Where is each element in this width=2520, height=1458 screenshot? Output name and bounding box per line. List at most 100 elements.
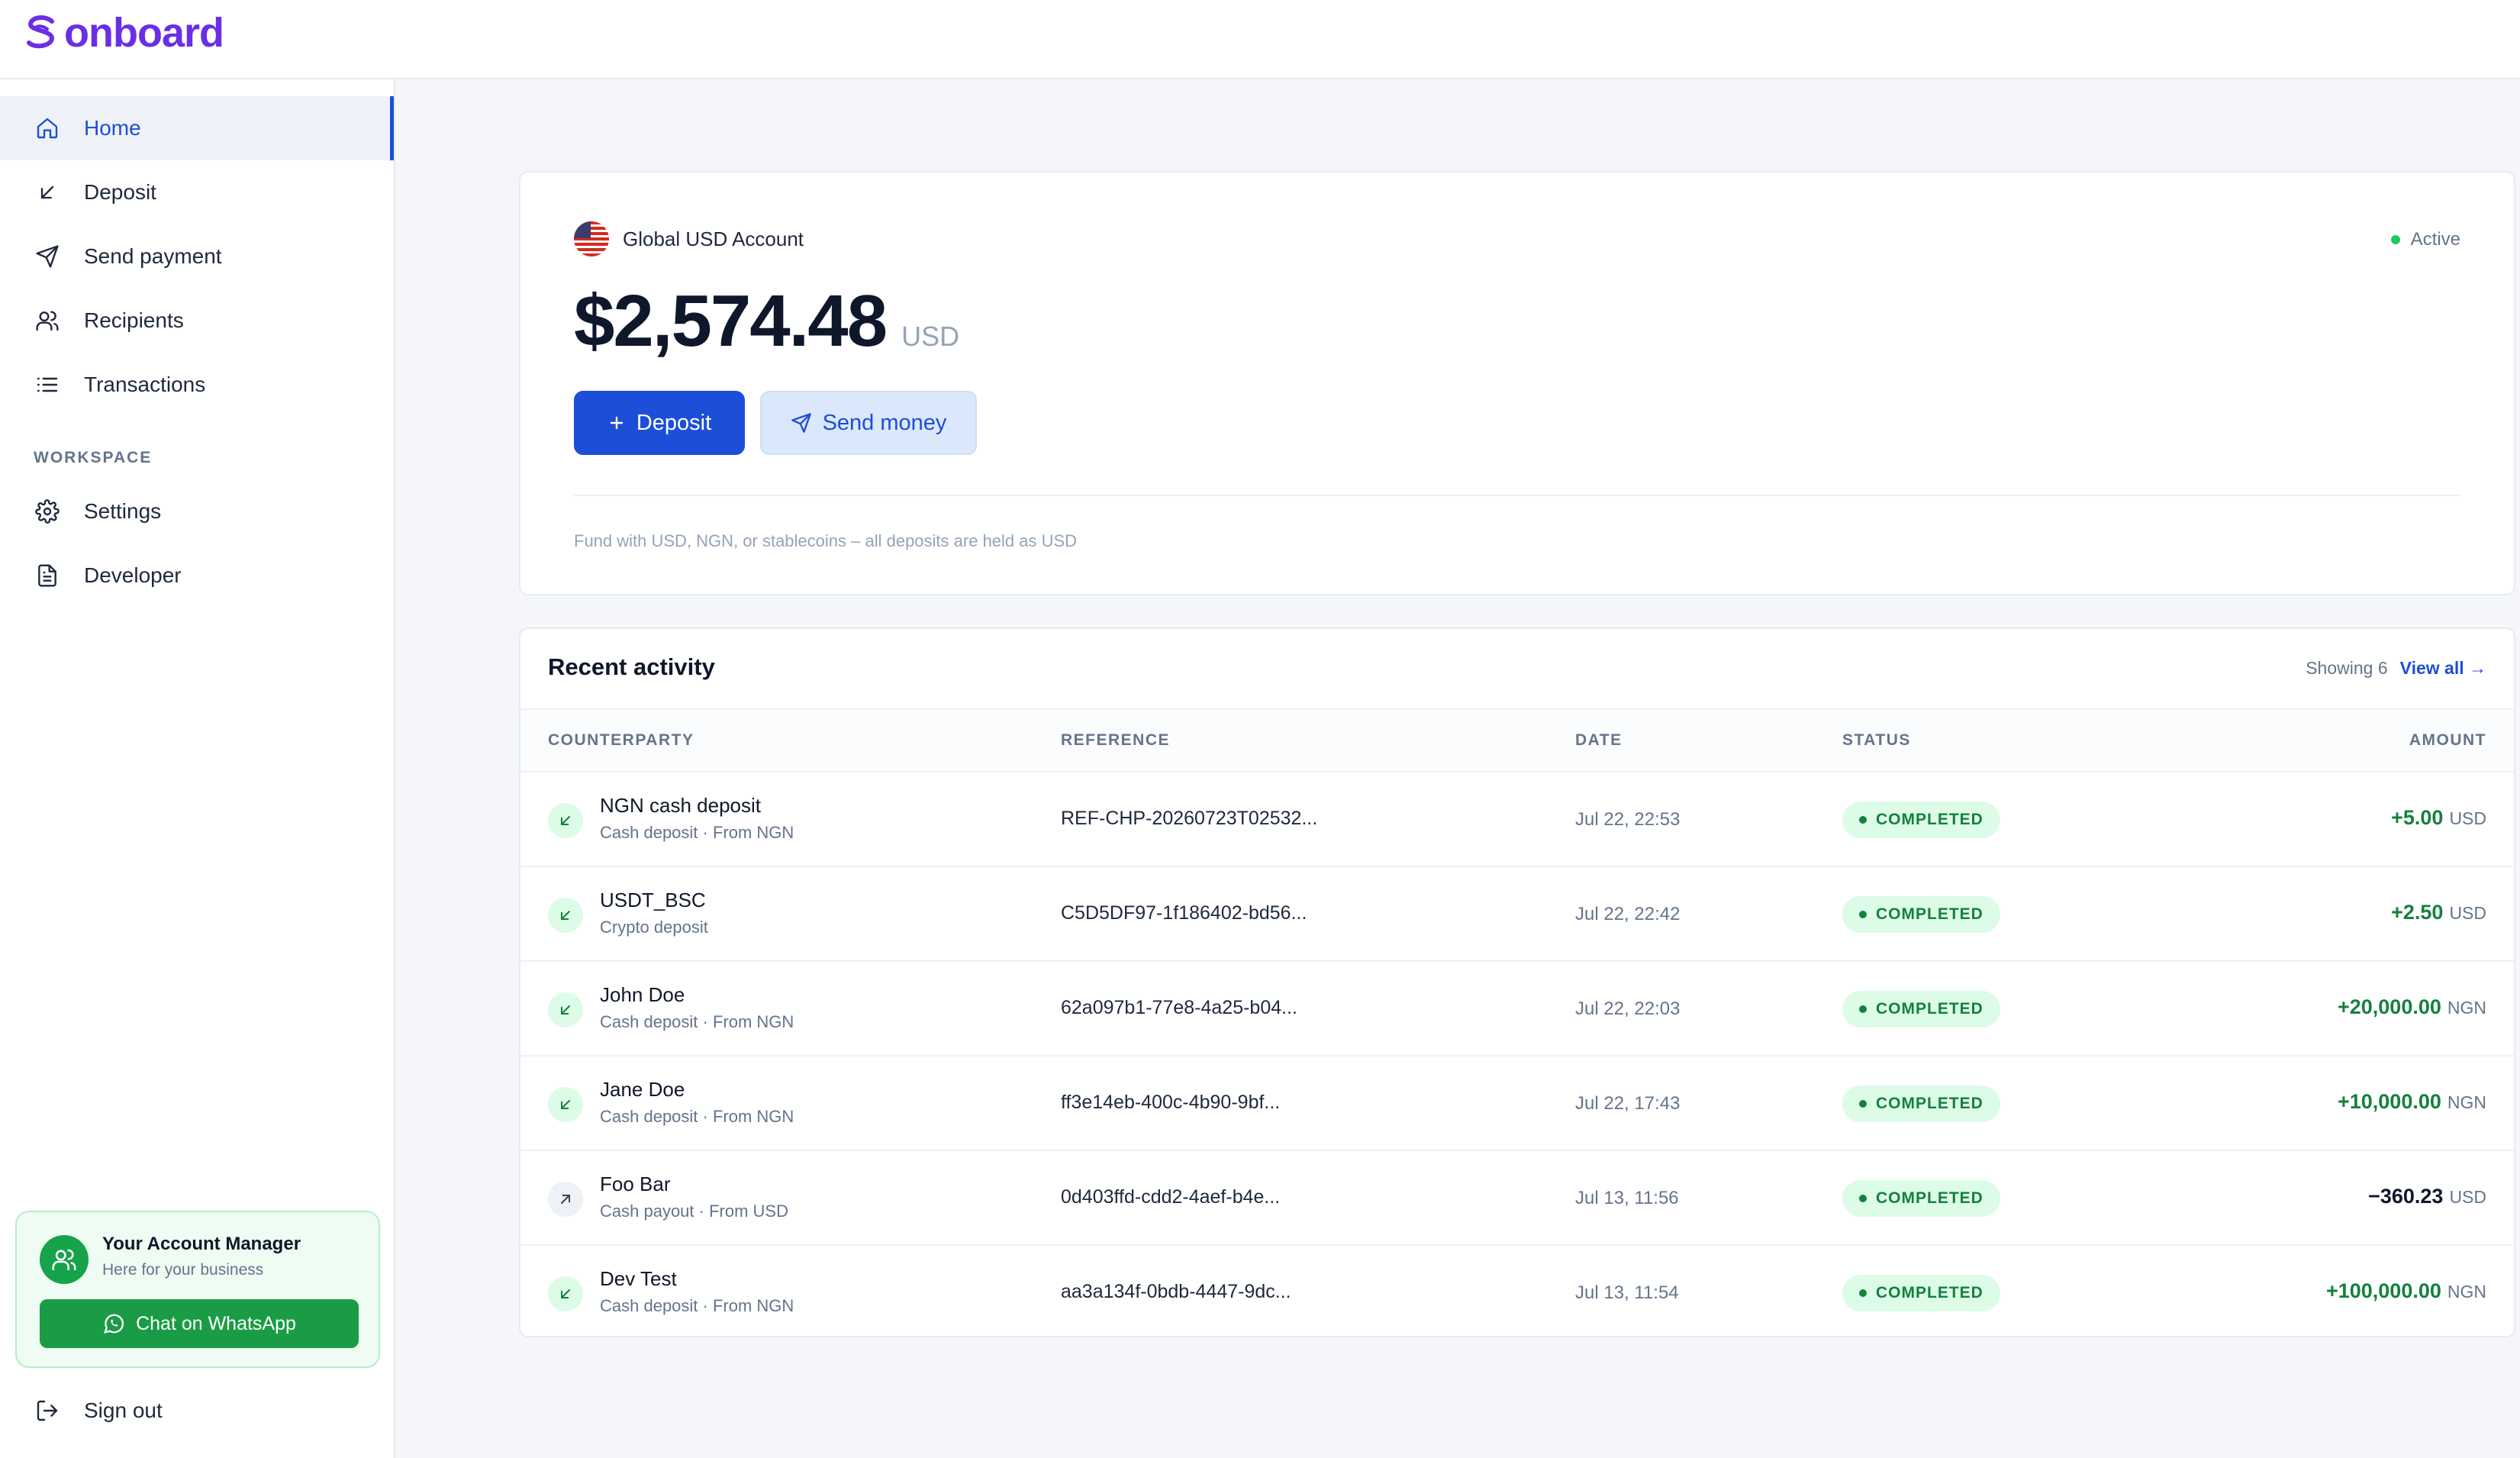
chat-whatsapp-button[interactable]: Chat on WhatsApp	[40, 1299, 359, 1348]
status-dot-icon	[1859, 1100, 1867, 1108]
reference: aa3a134f-0bdb-4447-9dc...	[1061, 1281, 1291, 1302]
deposit-button[interactable]: Deposit	[574, 391, 745, 455]
arrow-down-left-icon	[548, 803, 583, 838]
status-dot-icon	[1859, 911, 1867, 918]
amount-value: +5.00	[2391, 806, 2444, 829]
plus-icon	[607, 414, 626, 432]
date: Jul 22, 22:53	[1575, 809, 1681, 830]
account-status: Active	[2390, 229, 2460, 250]
deposit-button-label: Deposit	[636, 410, 712, 435]
status-label: COMPLETED	[1876, 905, 1983, 923]
status-badge: COMPLETED	[1842, 802, 2000, 838]
date: Jul 22, 17:43	[1575, 1093, 1681, 1114]
date: Jul 13, 11:56	[1575, 1188, 1679, 1208]
amount: +100,000.00 NGN	[2326, 1279, 2486, 1303]
counterparty-subtitle: Cash deposit · From NGN	[600, 1107, 794, 1126]
sidebar-item-transactions[interactable]: Transactions	[0, 353, 394, 417]
document-icon	[34, 562, 61, 589]
status-label: COMPLETED	[1876, 1095, 1983, 1112]
sign-out-button[interactable]: Sign out	[0, 1379, 394, 1443]
status-badge: COMPLETED	[1842, 896, 2000, 933]
amount: −360.23 USD	[2368, 1185, 2486, 1208]
amount-currency: NGN	[2447, 1282, 2486, 1302]
amount: +2.50 USD	[2391, 901, 2486, 924]
table-row[interactable]: Jane Doe Cash deposit · From NGN ff3e14e…	[520, 1056, 2514, 1151]
counterparty-name: Foo Bar	[600, 1173, 671, 1195]
list-icon	[34, 371, 61, 398]
arrow-up-right-icon	[548, 1182, 583, 1217]
sidebar: Home Deposit Send payment Recipients Tra…	[0, 79, 395, 1458]
counterparty-name: NGN cash deposit	[600, 794, 761, 817]
date: Jul 13, 11:54	[1575, 1282, 1679, 1303]
amount: +20,000.00 NGN	[2338, 995, 2486, 1019]
table-row[interactable]: John Doe Cash deposit · From NGN 62a097b…	[520, 962, 2514, 1056]
table-row[interactable]: USDT_BSC Crypto deposit C5D5DF97-1f18640…	[520, 867, 2514, 962]
table-row[interactable]: Dev Test Cash deposit · From NGN aa3a134…	[520, 1246, 2514, 1336]
table-header: COUNTERPARTY REFERENCE DATE STATUS AMOUN…	[520, 708, 2514, 773]
status-dot-icon	[1859, 1289, 1867, 1297]
counterparty-subtitle: Cash payout · From USD	[600, 1202, 788, 1221]
sidebar-item-recipients[interactable]: Recipients	[0, 289, 394, 353]
sidebar-item-label: Send payment	[84, 244, 222, 268]
chat-whatsapp-label: Chat on WhatsApp	[136, 1312, 296, 1334]
counterparty-name: Jane Doe	[600, 1078, 685, 1101]
balance: $2,574.48 USD	[574, 279, 959, 363]
reference: 62a097b1-77e8-4a25-b04...	[1061, 997, 1297, 1018]
top-header: onboard	[0, 0, 2520, 79]
sidebar-item-home[interactable]: Home	[0, 96, 394, 160]
sidebar-item-developer[interactable]: Developer	[0, 544, 394, 608]
sidebar-item-send-payment[interactable]: Send payment	[0, 224, 394, 289]
users-icon	[34, 307, 61, 334]
column-header-amount: AMOUNT	[2409, 731, 2486, 749]
sign-out-icon	[34, 1397, 61, 1424]
arrow-down-left-icon	[548, 1276, 583, 1311]
sidebar-item-label: Deposit	[84, 180, 156, 204]
column-header-status: STATUS	[1842, 731, 1911, 749]
logo-icon	[24, 14, 58, 52]
table-row[interactable]: NGN cash deposit Cash deposit · From NGN…	[520, 773, 2514, 867]
sidebar-item-deposit[interactable]: Deposit	[0, 160, 394, 224]
status-badge: COMPLETED	[1842, 1180, 2000, 1217]
gear-icon	[34, 498, 61, 525]
amount-currency: USD	[2449, 808, 2486, 828]
manager-subtitle: Here for your business	[102, 1261, 264, 1279]
sidebar-item-label: Recipients	[84, 308, 184, 332]
status-dot-icon	[1859, 816, 1867, 824]
manager-title: Your Account Manager	[102, 1234, 301, 1254]
counterparty-name: John Doe	[600, 983, 685, 1006]
status-badge: COMPLETED	[1842, 1085, 2000, 1122]
status-badge: COMPLETED	[1842, 1275, 2000, 1311]
recent-activity-title: Recent activity	[548, 653, 715, 680]
amount-value: +20,000.00	[2337, 995, 2441, 1018]
sidebar-item-label: Home	[84, 116, 141, 140]
counterparty-name: USDT_BSC	[600, 889, 706, 911]
status-label: COMPLETED	[1876, 811, 1983, 828]
status-badge: COMPLETED	[1842, 991, 2000, 1027]
amount-currency: NGN	[2447, 1092, 2486, 1112]
amount-value: −360.23	[2368, 1185, 2444, 1208]
reference: ff3e14eb-400c-4b90-9bf...	[1061, 1092, 1281, 1113]
column-header-date: DATE	[1575, 731, 1623, 749]
amount-value: +10,000.00	[2337, 1090, 2441, 1113]
arrow-down-left-icon	[548, 1087, 583, 1122]
account-name: Global USD Account	[623, 227, 804, 250]
table-row[interactable]: Foo Bar Cash payout · From USD 0d403ffd-…	[520, 1151, 2514, 1246]
divider	[574, 495, 2460, 496]
sidebar-item-settings[interactable]: Settings	[0, 479, 394, 544]
balance-amount: $2,574.48	[574, 280, 888, 362]
status-dot-icon	[1859, 1195, 1867, 1202]
app-logo[interactable]: onboard	[24, 9, 224, 56]
amount: +10,000.00 NGN	[2338, 1090, 2486, 1114]
amount-value: +2.50	[2391, 901, 2444, 924]
date: Jul 22, 22:03	[1575, 998, 1681, 1019]
sidebar-item-label: Transactions	[84, 373, 206, 396]
account-manager-card: Your Account Manager Here for your busin…	[15, 1211, 380, 1368]
activity-meta: Showing 6 View all →	[2306, 658, 2486, 679]
send-money-button[interactable]: Send money	[760, 391, 977, 455]
send-money-label: Send money	[822, 410, 947, 435]
amount-value: +100,000.00	[2325, 1279, 2441, 1302]
showing-count: Showing 6	[2306, 658, 2388, 678]
recent-activity-card: Recent activity Showing 6 View all → COU…	[519, 627, 2515, 1337]
amount: +5.00 USD	[2391, 806, 2486, 830]
view-all-link[interactable]: View all →	[2400, 658, 2486, 679]
